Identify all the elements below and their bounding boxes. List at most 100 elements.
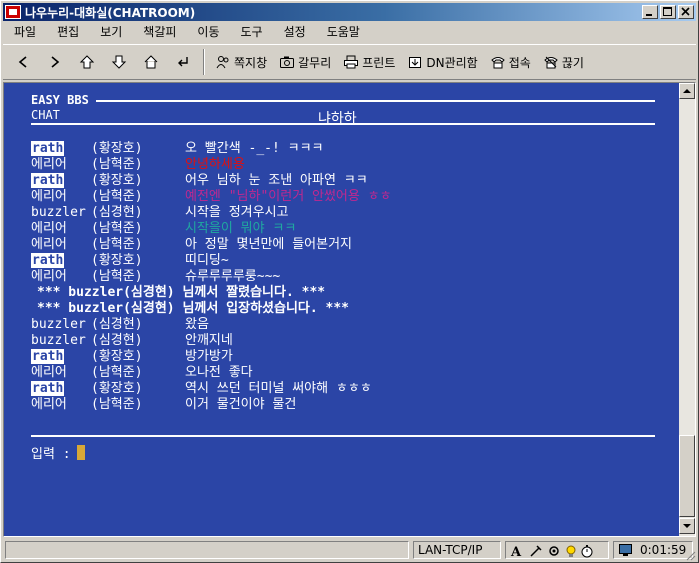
chat-line: 에리어 (남혁준) 예전엔 "님하"이런거 안썼어용 ㅎㅎ	[31, 189, 661, 205]
chat-nickname: rath	[31, 349, 91, 365]
chat-nickname: 에리어	[31, 157, 91, 173]
toolbar-separator	[203, 49, 205, 75]
print-label: 프린트	[362, 55, 396, 70]
divider-line	[31, 123, 655, 125]
settings-icon[interactable]	[546, 544, 562, 558]
scrollbar-thumb[interactable]	[679, 435, 695, 517]
monitor-icon	[619, 544, 632, 556]
minimize-button[interactable]	[642, 5, 658, 19]
chat-message: 역시 쓰던 터미널 써야해 ㅎㅎㅎ	[185, 381, 372, 396]
chat-realname: (황장호)	[91, 173, 143, 188]
chat-nickname: 에리어	[31, 237, 91, 253]
home-button[interactable]	[135, 48, 167, 76]
chat-line: 에리어 (남혁준) 이거 물건이야 물건	[31, 397, 661, 413]
menu-settings[interactable]: 설정	[273, 23, 316, 41]
arrow-up-icon	[79, 55, 95, 69]
app-icon[interactable]	[5, 5, 21, 19]
capture-button[interactable]: 갈무리	[275, 48, 339, 76]
scroll-down-button[interactable]	[679, 518, 695, 534]
chat-nickname: buzzler	[31, 317, 91, 333]
caret-up-icon	[683, 89, 691, 93]
nickname-text: 에리어	[31, 221, 67, 236]
chat-nickname: rath	[31, 253, 91, 269]
system-message: *** buzzler(심경현) 님께서 짤렸습니다. ***	[37, 285, 326, 300]
back-button[interactable]	[7, 48, 39, 76]
print-button[interactable]: 프린트	[339, 48, 403, 76]
chat-message: 아 정말 몇년만에 들어본거지	[185, 237, 353, 252]
menu-go[interactable]: 이동	[186, 23, 229, 41]
nickname-text: 에리어	[31, 397, 67, 412]
input-prompt[interactable]: 입력 :	[31, 443, 85, 462]
nickname-text: 에리어	[31, 269, 67, 284]
terminal-screen[interactable]: EASY BBS CHAT 냐하하 rath (황장호) 오 빨간색 -_-! ㅋㅋ…	[4, 83, 679, 536]
chat-nickname: 에리어	[31, 365, 91, 381]
text-cursor	[76, 445, 85, 460]
menu-view[interactable]: 보기	[89, 23, 132, 41]
chat-line: 에리어 (남혁준) 시작을이 뭐야 ㅋㅋ	[31, 221, 661, 237]
status-icons-pane: A	[505, 541, 609, 559]
maximize-button[interactable]	[660, 5, 676, 19]
chat-nickname: 에리어	[31, 221, 91, 237]
forward-button[interactable]	[39, 48, 71, 76]
system-message-line: *** buzzler(심경현) 님께서 입장하셨습니다. ***	[31, 301, 661, 317]
menu-tools[interactable]: 도구	[230, 23, 273, 41]
menu-bookmarks[interactable]: 책갈피	[132, 23, 186, 41]
nickname-text: buzzler	[31, 205, 86, 220]
nickname-text: 에리어	[31, 157, 67, 172]
chat-line: buzzler (심경현) 안깨지네	[31, 333, 661, 349]
return-button[interactable]	[167, 48, 199, 76]
chat-realname: (남혁준)	[91, 157, 143, 172]
chat-message: 시작을 정겨우시고	[185, 205, 289, 220]
room-name: 냐하하	[318, 111, 357, 127]
connect-button[interactable]: 접속	[486, 48, 539, 76]
scroll-up-button[interactable]	[679, 83, 695, 99]
chat-message: 오나전 좋다	[185, 365, 253, 380]
dn-manager-button[interactable]: DN관리함	[403, 48, 485, 76]
chat-line: rath (황장호) 오 빨간색 -_-! ㅋㅋㅋ	[31, 141, 661, 157]
nickname-text: buzzler	[31, 317, 86, 332]
chat-line: 에리어 (남혁준) 안녕하세용	[31, 157, 661, 173]
font-icon[interactable]: A	[510, 544, 526, 558]
close-icon	[681, 7, 690, 16]
camera-icon	[280, 56, 295, 68]
chat-realname: (심경현)	[91, 333, 143, 348]
connection-type: LAN-TCP/IP	[413, 541, 501, 559]
memo-window-label: 쪽지창	[234, 55, 268, 70]
chat-message: 띠디딩~	[185, 253, 229, 268]
minimize-icon	[646, 14, 652, 16]
disconnect-button[interactable]: 끊기	[539, 48, 592, 76]
vertical-scrollbar[interactable]	[679, 83, 695, 536]
chat-message: 안녕하세용	[185, 157, 245, 172]
chat-nickname: buzzler	[31, 333, 91, 349]
arrow-left-icon	[18, 56, 27, 68]
down-button[interactable]	[103, 48, 135, 76]
arrow-down-icon	[111, 55, 127, 69]
stopwatch-icon[interactable]	[580, 544, 594, 558]
tools-icon[interactable]	[528, 544, 544, 558]
menu-file[interactable]: 파일	[3, 23, 46, 41]
nickname-text: 에리어	[31, 365, 67, 380]
nickname-text: buzzler	[31, 333, 86, 348]
people-icon	[216, 56, 229, 69]
resize-grip-icon[interactable]	[684, 549, 696, 561]
capture-label: 갈무리	[298, 55, 332, 70]
terminal-frame: EASY BBS CHAT 냐하하 rath (황장호) 오 빨간색 -_-! ㅋㅋ…	[3, 82, 696, 537]
menu-bar: 파일 편집 보기 책갈피 이동 도구 설정 도움말	[3, 22, 696, 42]
close-button[interactable]	[678, 5, 694, 19]
chat-message: 방가방가	[185, 349, 233, 364]
lightbulb-icon[interactable]	[564, 544, 578, 558]
menu-edit[interactable]: 편집	[46, 23, 89, 41]
menu-help[interactable]: 도움말	[316, 23, 370, 41]
title-bar[interactable]: 나우누리-대화실(CHATROOM)	[3, 3, 696, 21]
nickname-text: 에리어	[31, 237, 67, 252]
chat-realname: (남혁준)	[91, 221, 143, 236]
up-button[interactable]	[71, 48, 103, 76]
chat-realname: (황장호)	[91, 381, 143, 396]
memo-window-button[interactable]: 쪽지창	[211, 48, 275, 76]
chat-message: 예전엔 "님하"이런거 안썼어용 ㅎㅎ	[185, 189, 392, 204]
system-message: *** buzzler(심경현) 님께서 입장하셨습니다. ***	[37, 301, 350, 316]
chat-line: rath (황장호) 띠디딩~	[31, 253, 661, 269]
return-icon	[178, 57, 188, 67]
chat-nickname: 에리어	[31, 397, 91, 413]
toolbar: 쪽지창 갈무리 프린트 DN관리함 접속 끊기	[3, 44, 696, 80]
